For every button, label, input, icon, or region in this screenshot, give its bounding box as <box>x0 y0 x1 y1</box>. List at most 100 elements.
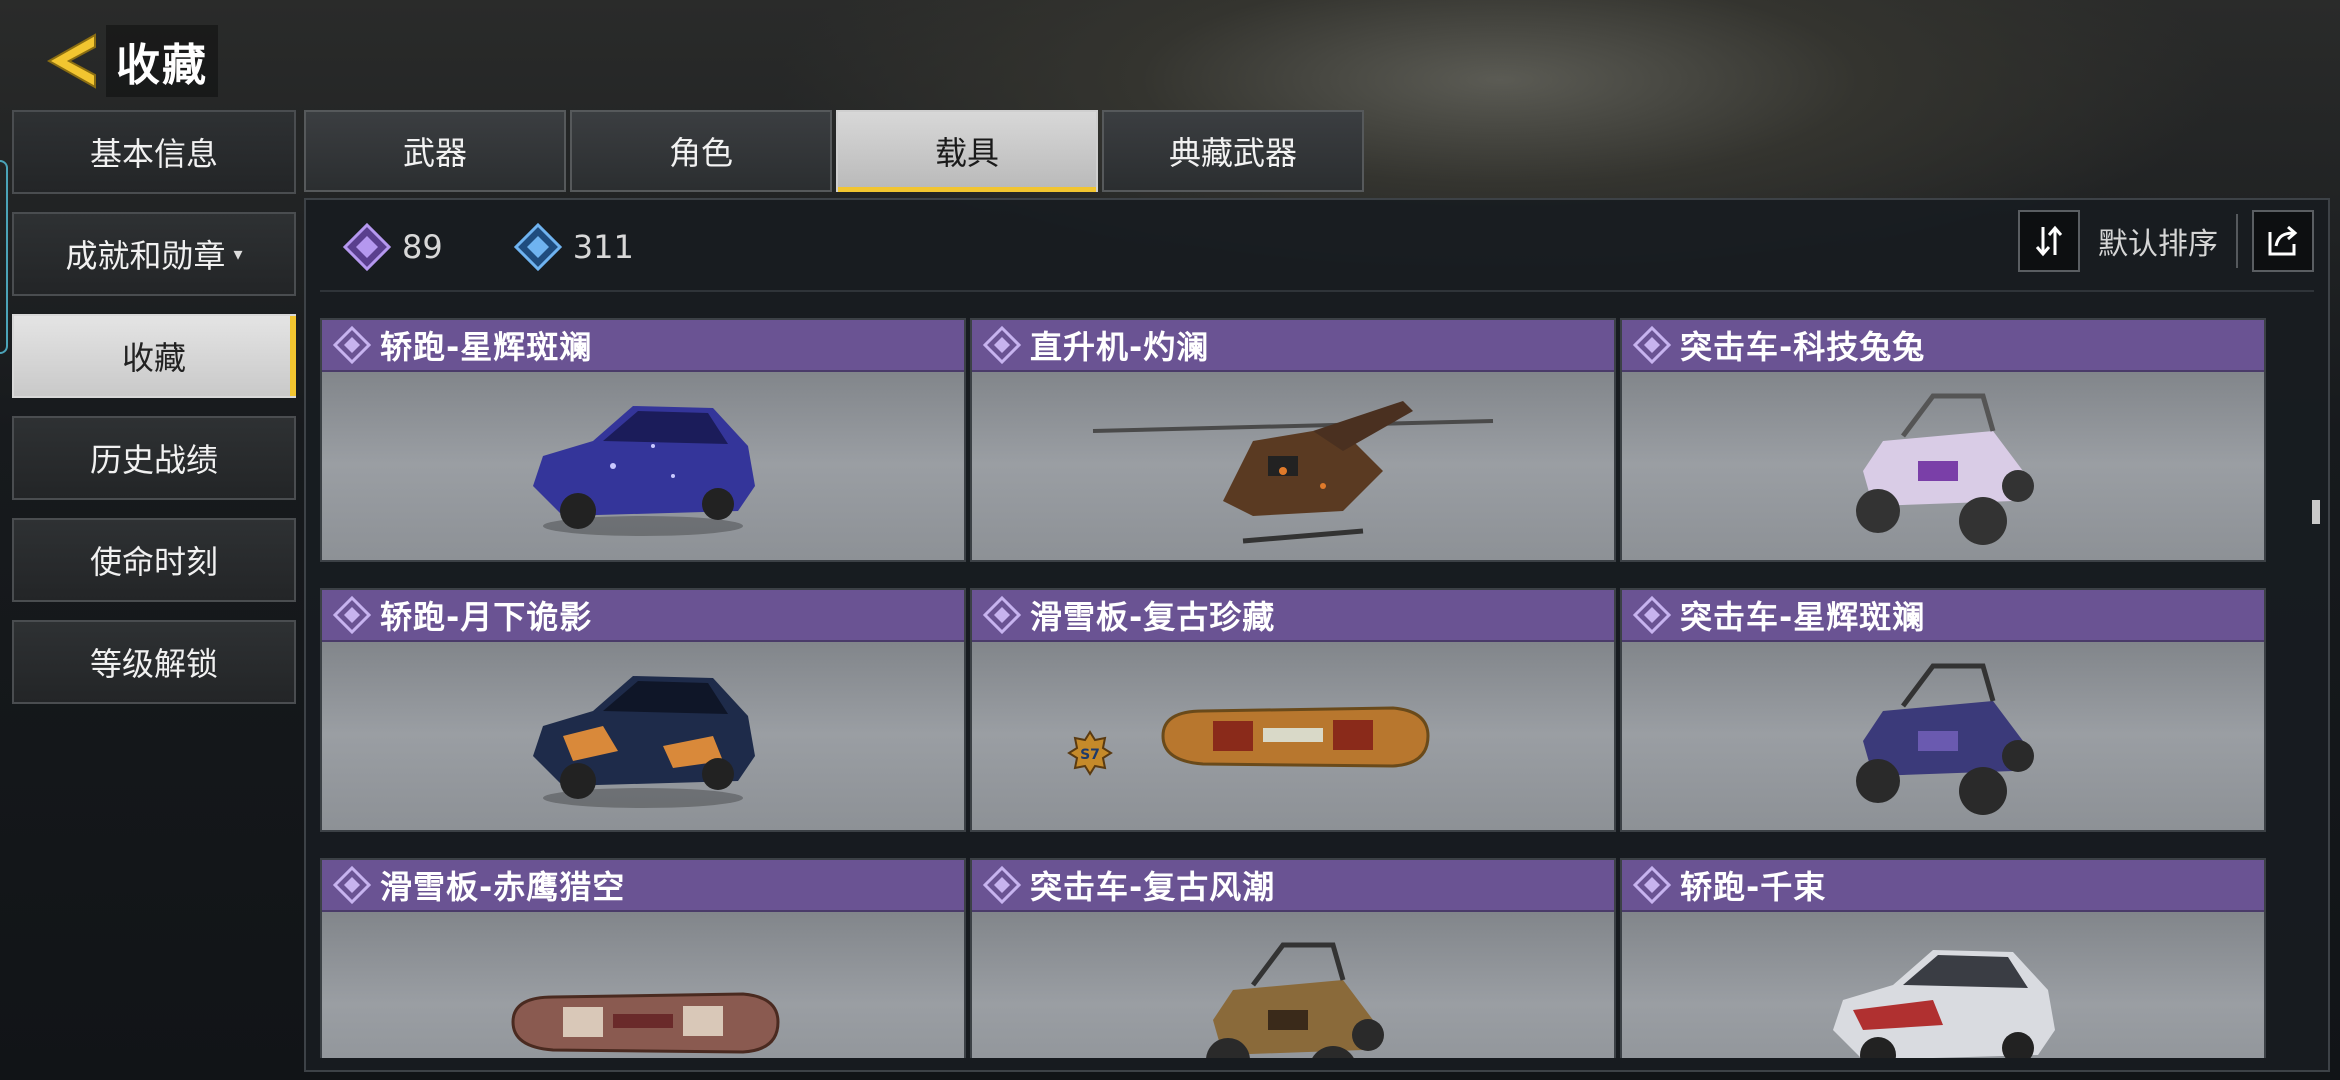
vehicle-image <box>1622 372 2264 560</box>
sidebar-item-label: 基本信息 <box>89 135 218 173</box>
tab-label: 武器 <box>402 134 467 172</box>
card-name: 突击车-星辉斑斓 <box>1680 598 1926 636</box>
sort-toggle-button[interactable] <box>2018 210 2080 272</box>
sidebar-item-collection[interactable]: 收藏 <box>12 314 296 398</box>
card-name: 直升机-灼澜 <box>1030 328 1210 366</box>
vehicle-image <box>1622 642 2264 830</box>
divider <box>2236 214 2238 268</box>
tab-collector-weapons[interactable]: 典藏武器 <box>1102 110 1364 192</box>
card-name: 突击车-科技兔兔 <box>1680 328 1926 366</box>
card-header: 轿跑-月下诡影 <box>322 590 964 642</box>
tab-weapons[interactable]: 武器 <box>304 110 566 192</box>
scrollbar-thumb[interactable] <box>2312 500 2320 524</box>
card-name: 轿跑-月下诡影 <box>380 598 593 636</box>
blue-diamond-icon <box>513 222 562 272</box>
card-header: 突击车-科技兔兔 <box>1622 320 2264 372</box>
sidebar-group-bracket <box>0 160 8 354</box>
card-header: 轿跑-千束 <box>1622 860 2264 912</box>
collection-card[interactable]: 直升机-灼澜 <box>970 318 1616 562</box>
vehicle-image <box>972 912 1614 1058</box>
card-header: 滑雪板-复古珍藏 <box>972 590 1614 642</box>
vehicle-image <box>322 912 964 1058</box>
sports-car-image <box>533 406 755 536</box>
tab-label: 载具 <box>934 134 999 172</box>
sidebar-item-label: 等级解锁 <box>89 645 218 683</box>
rarity-diamond-icon <box>1632 325 1672 365</box>
rarity-diamond-icon <box>332 595 372 635</box>
card-name: 轿跑-千束 <box>1680 868 1827 906</box>
collection-card[interactable]: 突击车-星辉斑斓 <box>1620 588 2266 832</box>
card-name: 滑雪板-赤鹰猎空 <box>380 868 626 906</box>
rarity-diamond-icon <box>332 865 372 905</box>
purple-diamond-icon <box>342 222 392 272</box>
tab-characters[interactable]: 角色 <box>570 110 832 192</box>
card-header: 直升机-灼澜 <box>972 320 1614 372</box>
card-name: 滑雪板-复古珍藏 <box>1030 598 1276 636</box>
badge-label: S7 <box>1080 747 1100 763</box>
vehicle-image <box>972 372 1614 560</box>
sidebar-item-moments[interactable]: 使命时刻 <box>12 518 296 602</box>
vehicle-image <box>1622 912 2264 1058</box>
card-header: 突击车-星辉斑斓 <box>1622 590 2264 642</box>
sidebar-item-label: 收藏 <box>121 339 186 377</box>
sidebar: 基本信息 成就和勋章 ▾ 收藏 历史战绩 使命时刻 等级解锁 <box>12 110 296 722</box>
tab-vehicles[interactable]: 载具 <box>836 110 1098 192</box>
caret-down-icon: ▾ <box>233 243 243 265</box>
header: 收藏 <box>40 25 218 97</box>
card-header: 滑雪板-赤鹰猎空 <box>322 860 964 912</box>
share-icon <box>2268 225 2298 256</box>
collection-card[interactable]: 轿跑-星辉斑斓 <box>320 318 966 562</box>
share-button[interactable] <box>2252 210 2314 272</box>
rarity-diamond-icon <box>1632 865 1672 905</box>
purple-counter: 89 <box>342 222 443 272</box>
collection-grid: 轿跑-星辉斑斓 直升机-灼澜 突击车-科技兔兔 轿跑-月下诡影 滑雪板-复古珍藏… <box>320 318 2282 1058</box>
sidebar-item-level-unlocks[interactable]: 等级解锁 <box>12 620 296 704</box>
vehicle-image <box>322 642 964 830</box>
card-name: 轿跑-星辉斑斓 <box>380 328 593 366</box>
helicopter-image <box>1092 401 1494 544</box>
hoverboard-image <box>511 992 780 1054</box>
collection-card[interactable]: 滑雪板-赤鹰猎空 <box>320 858 966 1058</box>
collection-card[interactable]: 突击车-科技兔兔 <box>1620 318 2266 562</box>
sidebar-item-basic-info[interactable]: 基本信息 <box>12 110 296 194</box>
rarity-diamond-icon <box>332 325 372 365</box>
sort-controls: 默认排序 <box>2018 210 2314 272</box>
rarity-diamond-icon <box>1632 595 1672 635</box>
sort-arrows-icon <box>2035 225 2063 257</box>
rarity-diamond-icon <box>982 325 1022 365</box>
sports-car-image <box>1833 950 2055 1058</box>
collection-card[interactable]: 突击车-复古风潮 <box>970 858 1616 1058</box>
sidebar-item-label: 成就和勋章 <box>65 237 226 275</box>
sort-label[interactable]: 默认排序 <box>2098 219 2218 263</box>
blue-counter: 311 <box>513 222 634 272</box>
rarity-diamond-icon <box>982 595 1022 635</box>
collection-card[interactable]: 轿跑-千束 <box>1620 858 2266 1058</box>
page-title: 收藏 <box>106 25 218 97</box>
sports-car-image <box>533 676 755 808</box>
sidebar-item-label: 使命时刻 <box>89 543 218 581</box>
category-tabs: 武器 角色 载具 典藏武器 <box>304 110 1368 192</box>
collection-card[interactable]: 轿跑-月下诡影 <box>320 588 966 832</box>
buggy-image <box>1856 663 2034 815</box>
hoverboard-image <box>1161 706 1430 768</box>
rarity-counters: 89 311 <box>342 222 704 272</box>
sidebar-item-match-history[interactable]: 历史战绩 <box>12 416 296 500</box>
vehicle-image <box>322 372 964 560</box>
card-header: 突击车-复古风潮 <box>972 860 1614 912</box>
header-divider <box>320 290 2314 292</box>
sidebar-item-label: 历史战绩 <box>89 441 218 479</box>
rarity-diamond-icon <box>982 865 1022 905</box>
season-badge-icon: S7 <box>1067 730 1113 776</box>
blue-count: 311 <box>572 228 634 266</box>
collection-card[interactable]: 滑雪板-复古珍藏 S7 <box>970 588 1616 832</box>
collection-panel: 89 311 默认排序 轿跑-星辉斑斓 直升机-灼澜 突击车-科技兔兔 轿跑-月… <box>304 198 2330 1072</box>
buggy-image <box>1206 942 1384 1058</box>
buggy-image <box>1856 393 2034 545</box>
back-button[interactable] <box>40 28 102 94</box>
card-header: 轿跑-星辉斑斓 <box>322 320 964 372</box>
sidebar-item-achievements[interactable]: 成就和勋章 ▾ <box>12 212 296 296</box>
purple-count: 89 <box>402 228 443 266</box>
card-name: 突击车-复古风潮 <box>1030 868 1276 906</box>
back-arrow-icon <box>46 33 96 89</box>
tab-label: 典藏武器 <box>1168 134 1297 172</box>
